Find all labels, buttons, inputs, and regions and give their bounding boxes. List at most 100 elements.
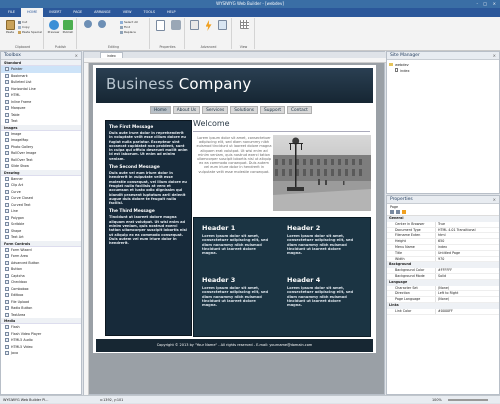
scissors-icon — [18, 20, 21, 24]
ribbon-group-publish: Preview Publish Publish — [45, 18, 77, 49]
menu-insert[interactable]: INSERT — [43, 8, 67, 17]
menu-view[interactable]: VIEW — [117, 8, 138, 17]
message-text: Duis aute vel eum iriure dolor in hendre… — [109, 171, 187, 206]
tool-icon — [5, 189, 9, 194]
tool-icon — [5, 299, 9, 304]
city-photo[interactable] — [273, 135, 371, 211]
nav-solutions[interactable]: Solutions — [230, 106, 259, 114]
page-properties-button[interactable] — [153, 20, 167, 32]
events-button[interactable] — [202, 20, 215, 32]
nav-contact[interactable]: Contact — [287, 106, 312, 114]
clipboard-icon — [5, 20, 15, 30]
property-name: Background Color — [395, 268, 425, 273]
ribbon-group-label: Clipboard — [14, 45, 31, 49]
property-name: Title — [395, 250, 403, 255]
nav-support[interactable]: Support — [260, 106, 286, 114]
page-canvas[interactable]: Business Company Home About Us Services … — [93, 65, 376, 353]
property-value[interactable]: HTML 4.01 Transitional — [435, 227, 499, 233]
close-icon[interactable]: × — [493, 52, 496, 60]
property-name: Document Type — [395, 227, 421, 232]
redo-button[interactable] — [96, 20, 108, 29]
menu-page[interactable]: PAGE — [67, 8, 88, 17]
property-value[interactable]: #0000FF — [435, 308, 499, 314]
box-heading: Header 3 — [202, 276, 236, 284]
cut-button[interactable]: Cut — [18, 20, 27, 24]
tool-icon — [5, 280, 9, 284]
tool-icon — [5, 222, 9, 226]
ribbon-group-label: Publish — [54, 45, 67, 49]
tool-icon — [5, 106, 9, 110]
box-heading: Header 1 — [202, 224, 236, 232]
replace-button[interactable]: Replace — [120, 30, 136, 34]
property-value[interactable]: index — [435, 244, 499, 250]
toolbox-header: Toolbox × — [1, 52, 81, 60]
tool-icon — [5, 331, 9, 336]
grid-button[interactable] — [236, 20, 252, 30]
welcome-heading[interactable]: Welcome — [193, 119, 230, 128]
property-row[interactable]: Link Color #0000FF — [387, 308, 499, 315]
zoom-slider[interactable] — [448, 399, 488, 401]
alphabetical-icon[interactable] — [396, 210, 400, 214]
categorized-icon[interactable] — [390, 210, 394, 214]
master-page-button[interactable] — [216, 20, 229, 31]
page-html-button[interactable] — [188, 20, 201, 31]
menu-home[interactable]: HOME — [20, 8, 44, 17]
property-value[interactable]: Solid — [435, 273, 499, 279]
site-footer[interactable]: Copyright © 2013 by "Your Name" - All ri… — [96, 339, 373, 352]
ribbon-group-clipboard: Paste Cut Copy Paste Special Clipboard — [2, 18, 44, 49]
ribbon-group-label: View — [239, 45, 248, 49]
menu-help[interactable]: HELP — [161, 8, 182, 17]
nav-about-us[interactable]: About Us — [172, 106, 201, 114]
menu-tools[interactable]: TOOLS — [138, 8, 161, 17]
find-button[interactable]: Find — [120, 25, 130, 29]
close-icon[interactable]: × — [493, 196, 496, 204]
sidebar-messages[interactable]: The First Message Duis aute irure dolor … — [105, 120, 192, 336]
preview-button[interactable]: Preview — [47, 20, 60, 35]
message-text: Tincidunt ut laoreet dolore magna aliqua… — [109, 215, 187, 246]
property-value[interactable]: (None) — [435, 297, 499, 302]
box-text: Lorem ipsum dolor sit amet, consectetuer… — [287, 234, 354, 256]
property-name: Filename Exten — [395, 233, 421, 238]
site-logo[interactable]: Business Company — [106, 75, 251, 93]
paste-special-button[interactable]: Paste Special — [18, 30, 42, 34]
property-value[interactable]: #FFFFFF — [435, 268, 499, 273]
property-value[interactable]: 970 — [435, 256, 499, 262]
property-value[interactable]: Left to Right — [435, 291, 499, 297]
redo-icon — [98, 20, 106, 28]
paste-button[interactable]: Paste — [4, 20, 16, 35]
menu-file[interactable]: FILE — [2, 8, 21, 17]
lightning-icon[interactable] — [402, 210, 406, 214]
ribbon-group-properties: Properties — [151, 18, 185, 49]
ribbon-group-label: Advanced — [200, 45, 217, 49]
copy-button[interactable]: Copy — [18, 25, 30, 29]
properties-header: Properties × — [387, 196, 499, 204]
nav-services[interactable]: Services — [202, 106, 229, 114]
minimize-button[interactable]: - — [477, 0, 478, 8]
property-value[interactable]: (None) — [435, 285, 499, 291]
property-value[interactable]: True — [435, 221, 499, 227]
feature-boxes[interactable]: Header 1 Lorem ipsum dolor sit amet, con… — [193, 217, 371, 337]
tree-item-index[interactable]: index — [389, 68, 497, 74]
property-value[interactable]: html — [435, 233, 499, 239]
select-all-button[interactable]: Select All — [120, 20, 138, 24]
welcome-text[interactable]: Lorem ipsum dolor sit amet, consectetuer… — [196, 136, 272, 174]
publish-button[interactable]: Publish — [61, 20, 75, 35]
site-properties-button[interactable] — [169, 20, 183, 31]
tool-icon — [5, 67, 9, 71]
tool-icon — [5, 338, 9, 342]
site-manager-header: Site Manager × — [387, 52, 499, 60]
city-photo-graphic — [273, 135, 371, 211]
maximize-button[interactable]: □ — [483, 0, 487, 8]
nav-home[interactable]: Home — [150, 106, 171, 114]
toolbox-item[interactable]: Java — [1, 350, 81, 357]
tool-icon — [5, 247, 9, 252]
tool-icon — [5, 119, 9, 123]
site-header[interactable]: Business Company — [96, 68, 373, 103]
property-value[interactable]: Untitled Page — [435, 250, 499, 256]
tool-icon — [5, 151, 9, 155]
close-button[interactable]: × — [493, 0, 496, 8]
close-icon[interactable]: × — [75, 52, 78, 60]
menu-arrange[interactable]: ARRANGE — [88, 8, 117, 17]
property-value[interactable]: 650 — [435, 239, 499, 244]
undo-button[interactable] — [82, 20, 94, 29]
